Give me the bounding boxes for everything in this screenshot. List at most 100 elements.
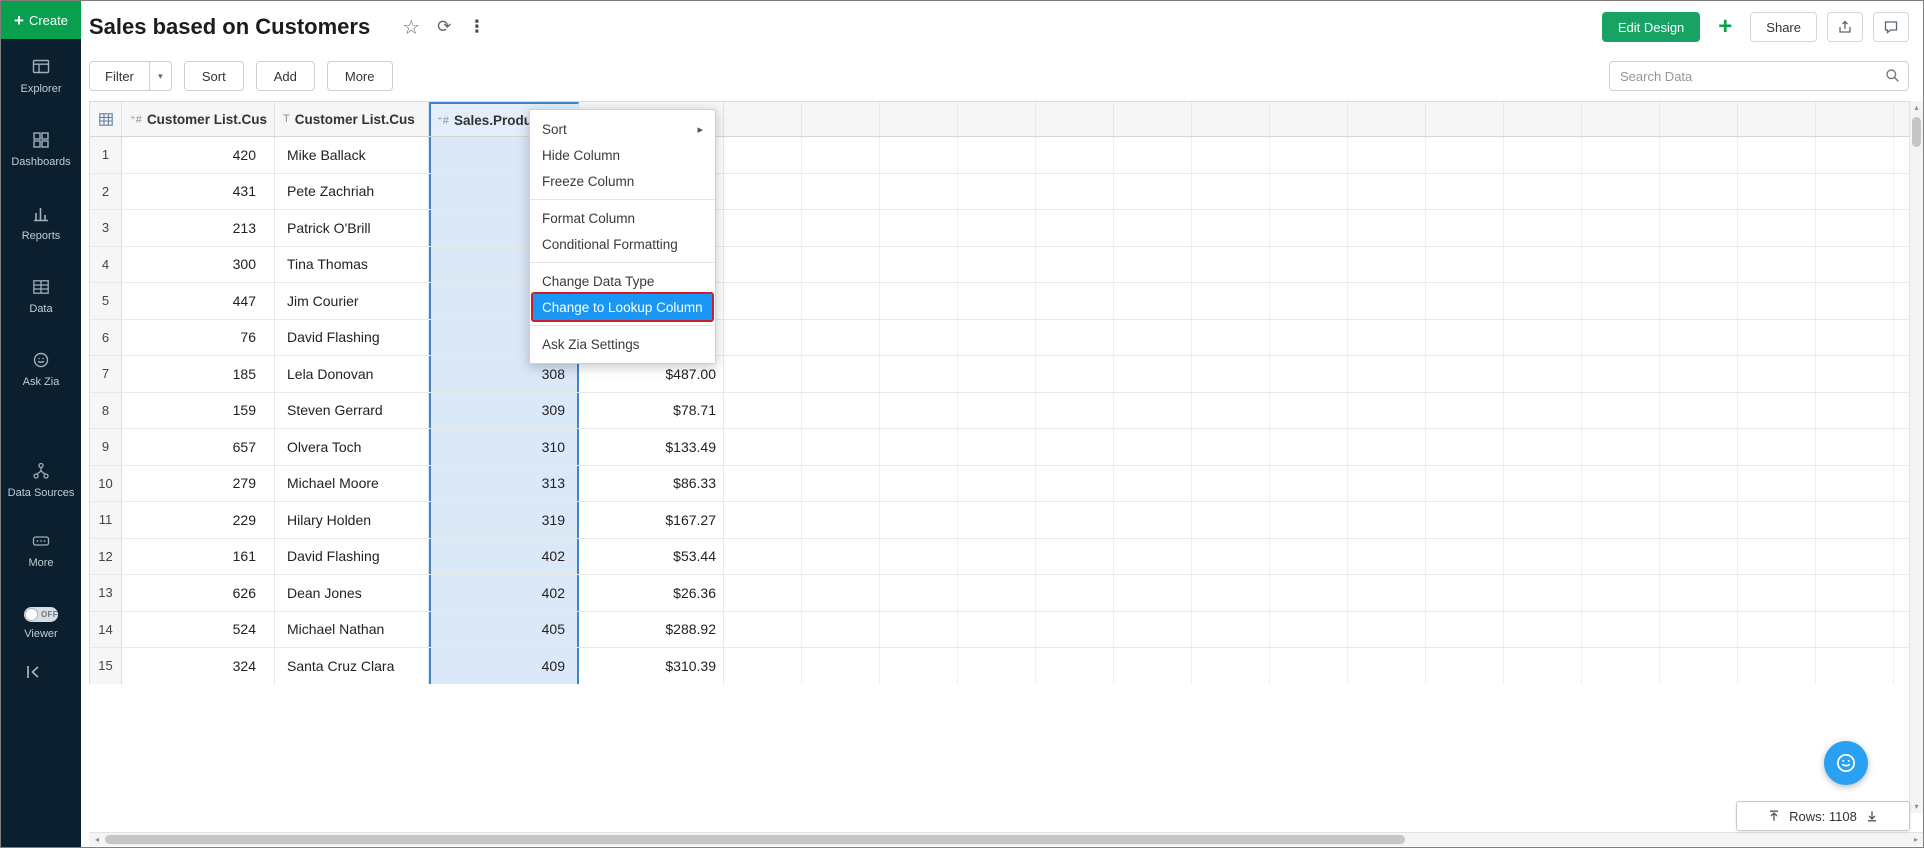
row-number-cell[interactable]: 14: [90, 612, 122, 648]
cell-sales-amount[interactable]: $53.44: [579, 539, 724, 575]
cell-sales-product[interactable]: 310: [429, 429, 579, 465]
menu-item-change-to-lookup-column[interactable]: Change to Lookup Column: [533, 294, 712, 320]
sidebar-item-data-sources[interactable]: Data Sources: [2, 461, 80, 500]
export-button[interactable]: [1827, 12, 1863, 42]
menu-item-change-data-type[interactable]: Change Data Type: [530, 268, 715, 294]
cell-sales-amount[interactable]: $310.39: [579, 648, 724, 684]
cell-sales-amount[interactable]: $78.71: [579, 393, 724, 429]
row-number-cell[interactable]: 9: [90, 429, 122, 465]
cell-customer-id[interactable]: 213: [122, 210, 275, 246]
menu-item-conditional-formatting[interactable]: Conditional Formatting: [530, 231, 715, 257]
scroll-down-icon[interactable]: ▾: [1910, 802, 1923, 811]
cell-customer-id[interactable]: 279: [122, 466, 275, 502]
sidebar-item-reports[interactable]: Reports: [2, 204, 80, 243]
cell-sales-product[interactable]: 402: [429, 575, 579, 611]
menu-item-freeze-column[interactable]: Freeze Column: [530, 168, 715, 194]
search-input[interactable]: [1609, 61, 1909, 91]
menu-item-ask-zia-settings[interactable]: Ask Zia Settings: [530, 331, 715, 357]
cell-customer-id[interactable]: 185: [122, 356, 275, 392]
row-number-cell[interactable]: 8: [90, 393, 122, 429]
add-new-button[interactable]: +: [1710, 12, 1740, 42]
row-number-cell[interactable]: 5: [90, 283, 122, 319]
share-button[interactable]: Share: [1750, 12, 1817, 42]
cell-sales-amount[interactable]: $288.92: [579, 612, 724, 648]
row-number-cell[interactable]: 4: [90, 247, 122, 283]
row-number-cell[interactable]: 12: [90, 539, 122, 575]
cell-customer-id[interactable]: 161: [122, 539, 275, 575]
cell-customer-name[interactable]: Olvera Toch: [275, 429, 429, 465]
comments-button[interactable]: [1873, 12, 1909, 42]
more-options-icon[interactable]: ⋮: [468, 17, 485, 37]
sidebar-item-data[interactable]: Data: [2, 277, 80, 316]
cell-customer-name[interactable]: David Flashing: [275, 320, 429, 356]
create-button[interactable]: + Create: [1, 1, 81, 39]
sidebar-item-explorer[interactable]: Explorer: [2, 57, 80, 96]
cell-sales-product[interactable]: 402: [429, 539, 579, 575]
sidebar-item-dashboards[interactable]: Dashboards: [2, 130, 80, 169]
sidebar-item-viewer[interactable]: OFFViewer: [2, 607, 80, 641]
horizontal-scrollbar[interactable]: ◂ ▸: [89, 832, 1924, 846]
cell-customer-id[interactable]: 300: [122, 247, 275, 283]
vertical-scrollbar[interactable]: ▴ ▾: [1909, 101, 1923, 813]
sidebar-item-ask-zia[interactable]: Ask Zia: [2, 350, 80, 389]
cell-customer-id[interactable]: 159: [122, 393, 275, 429]
cell-sales-amount[interactable]: $86.33: [579, 466, 724, 502]
cell-customer-name[interactable]: Lela Donovan: [275, 356, 429, 392]
cell-sales-product[interactable]: 409: [429, 648, 579, 684]
cell-customer-id[interactable]: 657: [122, 429, 275, 465]
row-number-cell[interactable]: 13: [90, 575, 122, 611]
cell-sales-amount[interactable]: $26.36: [579, 575, 724, 611]
row-number-cell[interactable]: 15: [90, 648, 122, 684]
cell-customer-id[interactable]: 229: [122, 502, 275, 538]
cell-customer-name[interactable]: Santa Cruz Clara: [275, 648, 429, 684]
edit-design-button[interactable]: Edit Design: [1602, 12, 1700, 42]
cell-sales-product[interactable]: 319: [429, 502, 579, 538]
cell-customer-name[interactable]: Michael Moore: [275, 466, 429, 502]
cell-customer-name[interactable]: Pete Zachriah: [275, 174, 429, 210]
select-all-corner-cell[interactable]: [90, 102, 122, 136]
row-number-cell[interactable]: 1: [90, 137, 122, 173]
cell-customer-name[interactable]: Dean Jones: [275, 575, 429, 611]
column-header-1[interactable]: ⁺#Customer List.Cus: [122, 102, 275, 136]
vertical-scrollbar-thumb[interactable]: [1912, 117, 1921, 147]
viewer-toggle[interactable]: OFF: [24, 607, 58, 622]
cell-customer-name[interactable]: Mike Ballack: [275, 137, 429, 173]
menu-item-sort[interactable]: Sort▸: [530, 116, 715, 142]
scroll-right-icon[interactable]: ▸: [1908, 835, 1924, 844]
cell-customer-id[interactable]: 324: [122, 648, 275, 684]
add-button[interactable]: Add: [256, 61, 315, 91]
row-number-cell[interactable]: 6: [90, 320, 122, 356]
row-number-cell[interactable]: 10: [90, 466, 122, 502]
row-number-cell[interactable]: 7: [90, 356, 122, 392]
cell-customer-id[interactable]: 420: [122, 137, 275, 173]
cell-sales-amount[interactable]: $133.49: [579, 429, 724, 465]
cell-customer-name[interactable]: Patrick O'Brill: [275, 210, 429, 246]
cell-customer-name[interactable]: Tina Thomas: [275, 247, 429, 283]
cell-customer-id[interactable]: 431: [122, 174, 275, 210]
sort-button[interactable]: Sort: [184, 61, 244, 91]
zia-chat-button[interactable]: [1824, 741, 1868, 785]
cell-sales-product[interactable]: 313: [429, 466, 579, 502]
favorite-star-icon[interactable]: ☆: [402, 15, 420, 40]
filter-button[interactable]: Filter: [89, 61, 150, 91]
cell-customer-id[interactable]: 447: [122, 283, 275, 319]
column-header-2[interactable]: TCustomer List.Cus: [275, 102, 429, 136]
cell-sales-amount[interactable]: $167.27: [579, 502, 724, 538]
menu-item-format-column[interactable]: Format Column: [530, 205, 715, 231]
more-button[interactable]: More: [327, 61, 393, 91]
row-number-cell[interactable]: 11: [90, 502, 122, 538]
cell-customer-name[interactable]: Steven Gerrard: [275, 393, 429, 429]
sidebar-item-more[interactable]: More: [2, 531, 80, 570]
refresh-icon[interactable]: ⟳: [437, 17, 451, 37]
cell-customer-id[interactable]: 76: [122, 320, 275, 356]
cell-sales-product[interactable]: 309: [429, 393, 579, 429]
collapse-sidebar-icon[interactable]: [25, 665, 41, 684]
scroll-to-bottom-icon[interactable]: [1866, 810, 1878, 822]
cell-customer-name[interactable]: David Flashing: [275, 539, 429, 575]
filter-dropdown-icon[interactable]: ▾: [150, 61, 172, 91]
cell-sales-product[interactable]: 405: [429, 612, 579, 648]
row-number-cell[interactable]: 3: [90, 210, 122, 246]
cell-customer-id[interactable]: 524: [122, 612, 275, 648]
cell-customer-id[interactable]: 626: [122, 575, 275, 611]
scroll-to-top-icon[interactable]: [1768, 810, 1780, 822]
